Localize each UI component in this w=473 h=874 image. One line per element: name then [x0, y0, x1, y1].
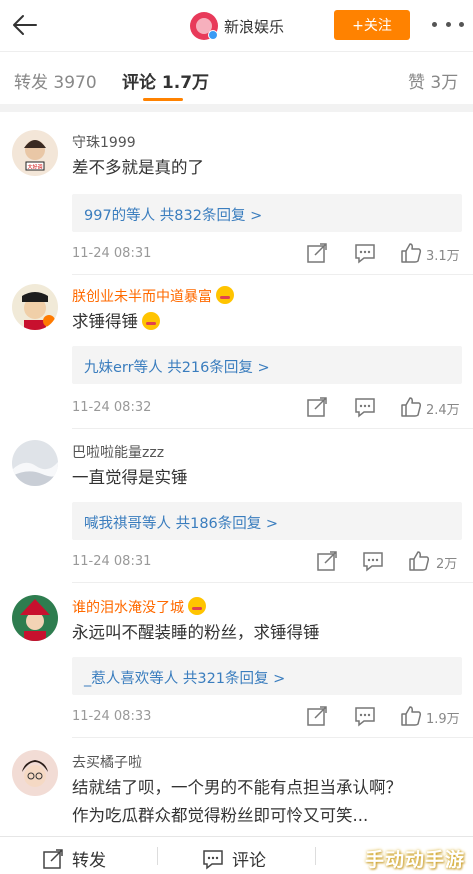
crown-emoji-icon [216, 286, 234, 304]
section-divider [0, 104, 473, 112]
repost-icon [43, 848, 63, 869]
like-icon[interactable] [400, 396, 422, 418]
share-icon[interactable] [306, 396, 328, 418]
comment-username-text: 朕创业未半而中道暴富 [72, 289, 212, 305]
like-count: 1.9万 [426, 712, 460, 727]
active-tab-indicator [143, 98, 183, 101]
share-icon[interactable] [316, 550, 338, 572]
avatar[interactable] [12, 595, 58, 641]
reply-summary[interactable]: 九妹err等人 共216条回复 > [72, 346, 462, 384]
follow-button[interactable]: +关注 [334, 10, 410, 40]
more-dots-icon[interactable] [432, 14, 464, 34]
tab-bar: 转发 3970 评论 1.7万 赞 3万 [0, 52, 473, 104]
like-count: 2万 [436, 557, 458, 572]
comment-divider [72, 274, 473, 275]
share-icon[interactable] [306, 242, 328, 264]
comment-divider [72, 737, 473, 738]
comment-button[interactable]: 评论 [202, 846, 266, 871]
comment-actions: 2万 [306, 550, 466, 574]
comment-username[interactable]: 谁的泪水淹没了城 [72, 597, 206, 617]
tab-repost[interactable]: 转发 3970 [14, 68, 97, 93]
repost-label: 转发 [72, 851, 106, 871]
like-count: 2.4万 [426, 403, 460, 418]
bar-divider [315, 847, 316, 865]
like-icon[interactable] [408, 550, 430, 572]
reply-summary-text: _惹人喜欢等人 共321条回复 > [84, 671, 286, 687]
avatar[interactable]: 大好调 [12, 130, 58, 176]
comment-actions: 3.1万 [306, 242, 466, 266]
like-icon[interactable] [400, 705, 422, 727]
comment-time: 11-24 08:33 [72, 709, 152, 724]
avatar[interactable] [12, 750, 58, 796]
avatar[interactable] [12, 284, 58, 330]
reply-summary[interactable]: _惹人喜欢等人 共321条回复 > [72, 657, 462, 695]
share-icon[interactable] [306, 705, 328, 727]
comment-text: 一直觉得是实锤 [72, 468, 188, 487]
back-arrow-icon[interactable] [10, 10, 40, 40]
comment-text-line-2: 作为吃瓜群众都觉得粉丝即可怜又可笑... [72, 806, 369, 825]
comment-username[interactable]: 朕创业未半而中道暴富 [72, 286, 234, 306]
like-icon[interactable] [400, 242, 422, 264]
comment-label: 评论 [232, 851, 266, 871]
crown-emoji-icon [188, 597, 206, 615]
comment-icon[interactable] [362, 550, 384, 572]
comment-icon[interactable] [354, 705, 376, 727]
reply-summary[interactable]: 997的等人 共832条回复 > [72, 194, 462, 232]
comment-text: 求锤得锤 [72, 310, 160, 334]
bar-divider [157, 847, 158, 865]
account-title[interactable]: 新浪娱乐 [190, 11, 284, 41]
comment-username[interactable]: 守珠1999 [72, 132, 136, 152]
comment-username[interactable]: 巴啦啦能量zzz [72, 442, 164, 462]
comment-divider [72, 428, 473, 429]
repost-button[interactable]: 转发 [42, 846, 106, 871]
comment-text-content: 求锤得锤 [72, 312, 138, 331]
comment-time: 11-24 08:31 [72, 246, 152, 261]
reply-summary-text: 997的等人 共832条回复 > [84, 208, 263, 224]
comment-icon[interactable] [354, 242, 376, 264]
comment-icon [203, 849, 223, 870]
reply-summary-text: 喊我祺哥等人 共186条回复 > [84, 516, 279, 532]
comment-actions: 2.4万 [306, 396, 466, 420]
comment-icon[interactable] [354, 396, 376, 418]
comment-username-text: 谁的泪水淹没了城 [72, 600, 184, 616]
svg-text:大好调: 大好调 [27, 164, 42, 171]
comment-time: 11-24 08:31 [72, 554, 152, 569]
reply-summary[interactable]: 喊我祺哥等人 共186条回复 > [72, 502, 462, 540]
comment-text: 差不多就是真的了 [72, 158, 204, 177]
account-name: 新浪娱乐 [224, 17, 285, 36]
verified-badge-icon [208, 30, 218, 40]
reply-summary-text: 九妹err等人 共216条回复 > [84, 360, 270, 376]
comment-divider [72, 582, 473, 583]
like-count: 3.1万 [426, 249, 460, 264]
comment-username[interactable]: 去买橘子啦 [72, 752, 142, 772]
tab-comments[interactable]: 评论 1.7万 [122, 68, 209, 93]
thinking-emoji-icon [142, 312, 160, 330]
watermark: 手动动手游 [364, 849, 465, 871]
comment-time: 11-24 08:32 [72, 400, 152, 415]
avatar[interactable] [12, 440, 58, 486]
comment-text: 永远叫不醒装睡的粉丝，求锤得锤 [72, 623, 320, 642]
tab-likes[interactable]: 赞 3万 [408, 68, 458, 93]
comment-text-line-1: 结就结了呗，一个男的不能有点担当承认啊？ [72, 778, 402, 797]
comment-actions: 1.9万 [306, 705, 466, 729]
top-bar: 新浪娱乐 +关注 [0, 0, 473, 52]
